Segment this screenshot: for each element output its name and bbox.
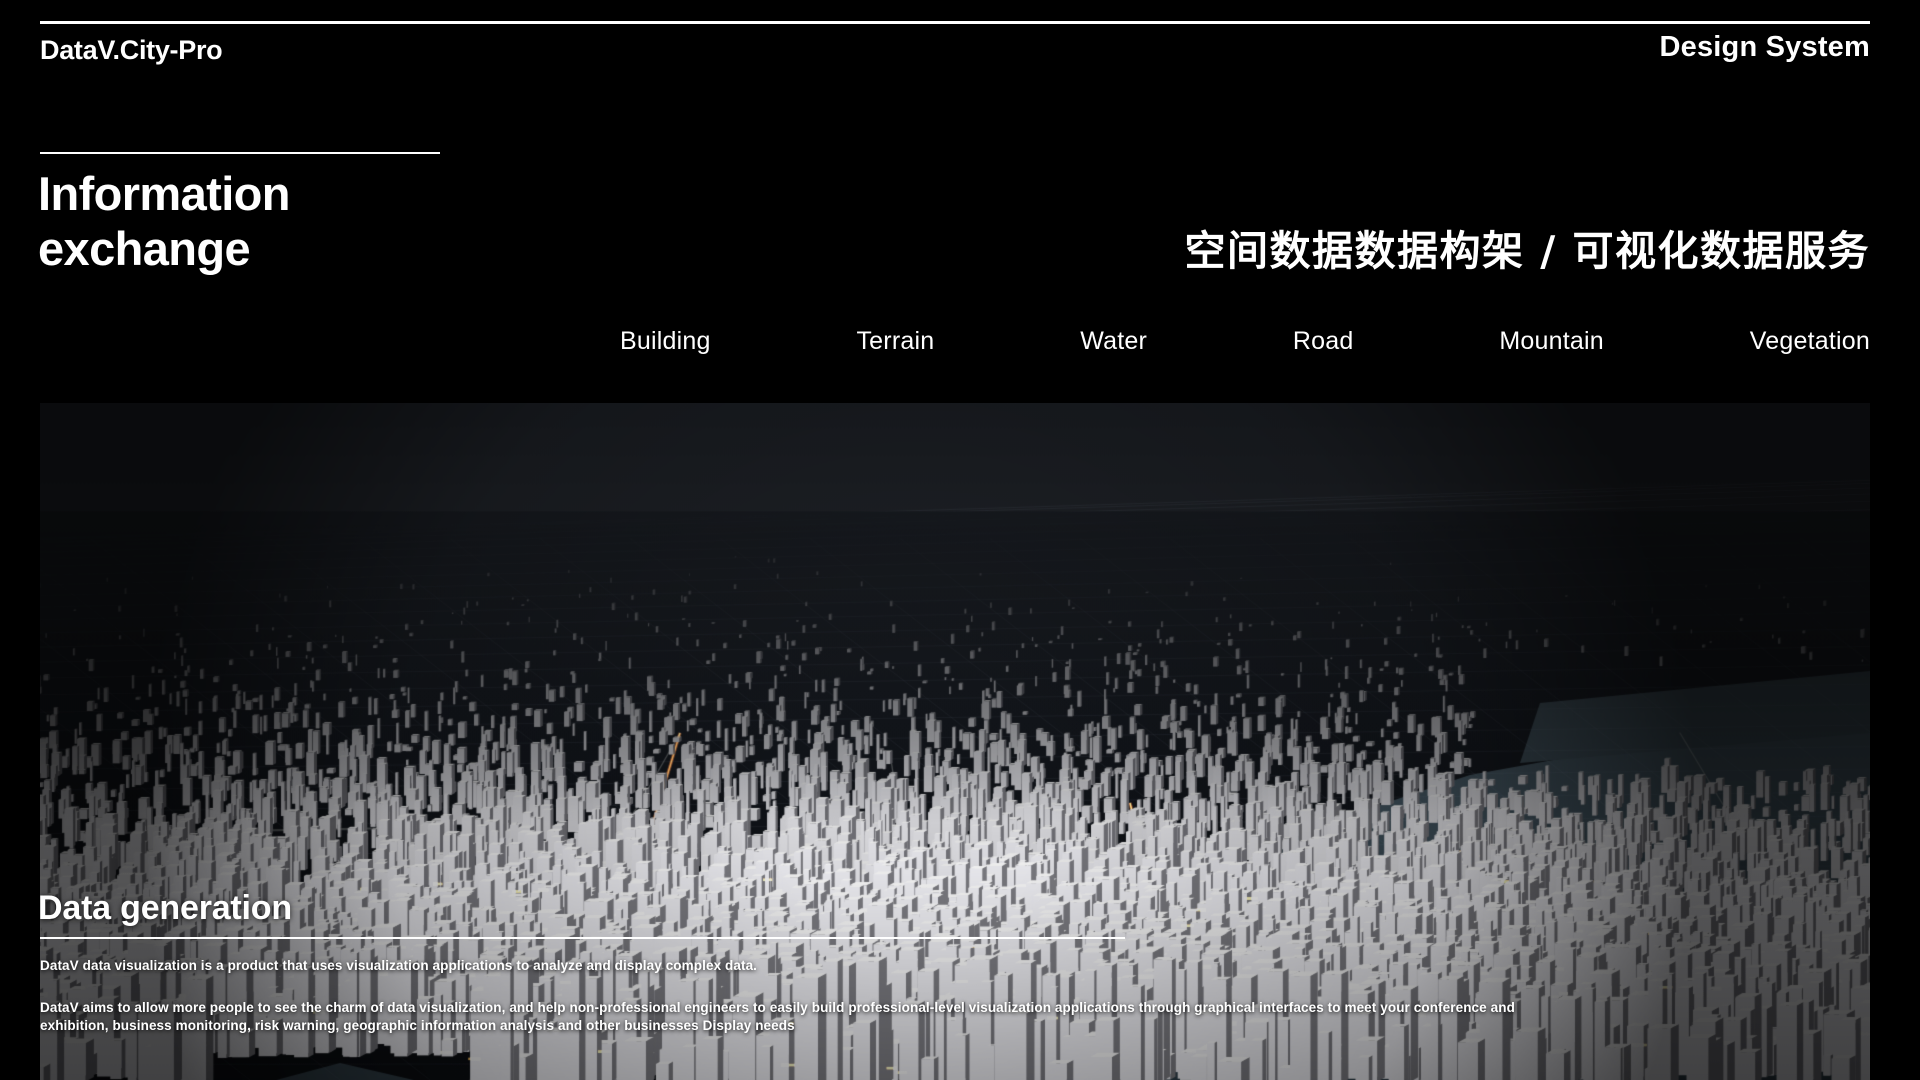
subtitle-chinese: 空间数据数据构架 / 可视化数据服务	[1184, 227, 1870, 275]
page-title: Information exchange	[38, 167, 658, 277]
nav-item-vegetation[interactable]: Vegetation	[1750, 325, 1870, 358]
category-nav: Building Terrain Water Road Mountain Veg…	[620, 325, 1870, 358]
nav-item-terrain[interactable]: Terrain	[856, 325, 934, 358]
masthead-divider	[40, 21, 1870, 24]
page-title-line-1: Information	[38, 167, 290, 220]
masthead: DataV.City-Pro Design System	[0, 31, 1920, 86]
caption-paragraph-2: DataV aims to allow more people to see t…	[40, 999, 1515, 1033]
nav-item-road[interactable]: Road	[1293, 325, 1354, 358]
caption-title: Data generation	[38, 889, 292, 927]
nav-item-mountain[interactable]: Mountain	[1499, 325, 1603, 358]
nav-item-building[interactable]: Building	[620, 325, 711, 358]
nav-item-water[interactable]: Water	[1080, 325, 1147, 358]
caption-body: DataV data visualization is a product th…	[40, 957, 1540, 1034]
headline-divider	[40, 152, 440, 154]
caption-paragraph-1: DataV data visualization is a product th…	[40, 958, 758, 973]
caption-divider	[40, 937, 1125, 939]
page-title-line-2: exchange	[38, 221, 251, 275]
brand-logo[interactable]: DataV.City-Pro	[40, 34, 223, 68]
masthead-title: Design System	[1659, 31, 1870, 63]
